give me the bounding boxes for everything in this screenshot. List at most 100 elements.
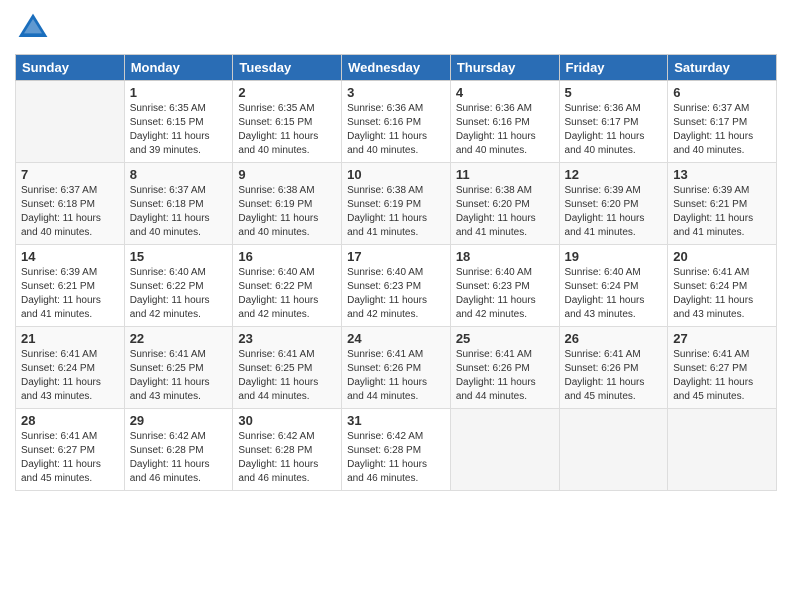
day-info: Sunrise: 6:42 AM Sunset: 6:28 PM Dayligh… [347,430,445,486]
day-info: Sunrise: 6:36 AM Sunset: 6:16 PM Dayligh… [456,102,554,158]
calendar-cell: 22Sunrise: 6:41 AM Sunset: 6:25 PM Dayli… [124,327,233,409]
week-row-5: 28 Sunrise: 6:41 AM Sunset: 6:27 PM Dayli… [16,409,777,491]
header-row: SundayMondayTuesdayWednesdayThursdayFrid… [16,55,777,81]
calendar-cell: 7Sunrise: 6:37 AM Sunset: 6:18 PM Daylig… [16,163,125,245]
calendar-cell: 6 Sunrise: 6:37 AM Sunset: 6:17 PM Daylig… [668,81,777,163]
day-info: Sunrise: 6:40 AM Sunset: 6:24 PM Dayligh… [565,266,663,322]
calendar-cell: 25Sunrise: 6:41 AM Sunset: 6:26 PM Dayli… [450,327,559,409]
day-info: Sunrise: 6:38 AM Sunset: 6:19 PM Dayligh… [347,184,445,240]
day-info: Sunrise: 6:37 AM Sunset: 6:18 PM Dayligh… [21,184,119,240]
page-container: SundayMondayTuesdayWednesdayThursdayFrid… [0,0,792,501]
week-row-3: 14 Sunrise: 6:39 AM Sunset: 6:21 PM Dayli… [16,245,777,327]
day-info: Sunrise: 6:40 AM Sunset: 6:22 PM Dayligh… [238,266,336,322]
day-number: 13 [673,167,771,182]
day-header-wednesday: Wednesday [342,55,451,81]
day-info: Sunrise: 6:41 AM Sunset: 6:27 PM Dayligh… [673,348,771,404]
calendar-cell [668,409,777,491]
day-number: 14 [21,249,119,264]
calendar-table: SundayMondayTuesdayWednesdayThursdayFrid… [15,54,777,491]
calendar-cell: 17 Sunrise: 6:40 AM Sunset: 6:23 PM Dayli… [342,245,451,327]
calendar-cell: 28 Sunrise: 6:41 AM Sunset: 6:27 PM Dayli… [16,409,125,491]
day-header-tuesday: Tuesday [233,55,342,81]
calendar-cell: 30 Sunrise: 6:42 AM Sunset: 6:28 PM Dayli… [233,409,342,491]
logo [15,10,55,46]
day-number: 31 [347,413,445,428]
week-row-2: 7Sunrise: 6:37 AM Sunset: 6:18 PM Daylig… [16,163,777,245]
day-info: Sunrise: 6:41 AM Sunset: 6:26 PM Dayligh… [347,348,445,404]
day-number: 18 [456,249,554,264]
day-info: Sunrise: 6:40 AM Sunset: 6:23 PM Dayligh… [456,266,554,322]
calendar-cell: 19 Sunrise: 6:40 AM Sunset: 6:24 PM Dayli… [559,245,668,327]
day-number: 26 [565,331,663,346]
calendar-cell: 31 Sunrise: 6:42 AM Sunset: 6:28 PM Dayli… [342,409,451,491]
day-header-saturday: Saturday [668,55,777,81]
calendar-cell: 3Sunrise: 6:36 AM Sunset: 6:16 PM Daylig… [342,81,451,163]
calendar-cell: 8Sunrise: 6:37 AM Sunset: 6:18 PM Daylig… [124,163,233,245]
day-info: Sunrise: 6:39 AM Sunset: 6:20 PM Dayligh… [565,184,663,240]
day-info: Sunrise: 6:41 AM Sunset: 6:26 PM Dayligh… [565,348,663,404]
calendar-cell: 4Sunrise: 6:36 AM Sunset: 6:16 PM Daylig… [450,81,559,163]
calendar-cell: 12 Sunrise: 6:39 AM Sunset: 6:20 PM Dayli… [559,163,668,245]
day-info: Sunrise: 6:40 AM Sunset: 6:22 PM Dayligh… [130,266,228,322]
week-row-4: 21 Sunrise: 6:41 AM Sunset: 6:24 PM Dayli… [16,327,777,409]
day-info: Sunrise: 6:37 AM Sunset: 6:17 PM Dayligh… [673,102,771,158]
calendar-cell: 5 Sunrise: 6:36 AM Sunset: 6:17 PM Daylig… [559,81,668,163]
day-info: Sunrise: 6:35 AM Sunset: 6:15 PM Dayligh… [238,102,336,158]
calendar-cell: 16 Sunrise: 6:40 AM Sunset: 6:22 PM Dayli… [233,245,342,327]
day-header-sunday: Sunday [16,55,125,81]
calendar-cell: 29 Sunrise: 6:42 AM Sunset: 6:28 PM Dayli… [124,409,233,491]
day-number: 9 [238,167,336,182]
day-number: 1 [130,85,228,100]
day-header-friday: Friday [559,55,668,81]
calendar-cell: 20 Sunrise: 6:41 AM Sunset: 6:24 PM Dayli… [668,245,777,327]
day-number: 28 [21,413,119,428]
calendar-cell: 26 Sunrise: 6:41 AM Sunset: 6:26 PM Dayli… [559,327,668,409]
calendar-cell: 2Sunrise: 6:35 AM Sunset: 6:15 PM Daylig… [233,81,342,163]
day-number: 17 [347,249,445,264]
day-number: 29 [130,413,228,428]
calendar-cell [450,409,559,491]
day-number: 16 [238,249,336,264]
day-info: Sunrise: 6:41 AM Sunset: 6:25 PM Dayligh… [238,348,336,404]
day-number: 12 [565,167,663,182]
day-info: Sunrise: 6:42 AM Sunset: 6:28 PM Dayligh… [238,430,336,486]
day-info: Sunrise: 6:41 AM Sunset: 6:27 PM Dayligh… [21,430,119,486]
day-number: 5 [565,85,663,100]
day-number: 19 [565,249,663,264]
day-info: Sunrise: 6:42 AM Sunset: 6:28 PM Dayligh… [130,430,228,486]
day-info: Sunrise: 6:36 AM Sunset: 6:17 PM Dayligh… [565,102,663,158]
day-info: Sunrise: 6:35 AM Sunset: 6:15 PM Dayligh… [130,102,228,158]
logo-icon [15,10,51,46]
calendar-cell: 27 Sunrise: 6:41 AM Sunset: 6:27 PM Dayli… [668,327,777,409]
calendar-cell [559,409,668,491]
calendar-cell: 11 Sunrise: 6:38 AM Sunset: 6:20 PM Dayli… [450,163,559,245]
day-info: Sunrise: 6:40 AM Sunset: 6:23 PM Dayligh… [347,266,445,322]
day-number: 20 [673,249,771,264]
day-info: Sunrise: 6:39 AM Sunset: 6:21 PM Dayligh… [673,184,771,240]
day-number: 10 [347,167,445,182]
day-number: 3 [347,85,445,100]
day-number: 24 [347,331,445,346]
calendar-cell: 9Sunrise: 6:38 AM Sunset: 6:19 PM Daylig… [233,163,342,245]
day-info: Sunrise: 6:41 AM Sunset: 6:24 PM Dayligh… [21,348,119,404]
day-number: 23 [238,331,336,346]
calendar-cell: 14 Sunrise: 6:39 AM Sunset: 6:21 PM Dayli… [16,245,125,327]
day-header-monday: Monday [124,55,233,81]
day-info: Sunrise: 6:38 AM Sunset: 6:20 PM Dayligh… [456,184,554,240]
day-number: 6 [673,85,771,100]
calendar-cell: 21 Sunrise: 6:41 AM Sunset: 6:24 PM Dayli… [16,327,125,409]
day-number: 11 [456,167,554,182]
calendar-cell: 18 Sunrise: 6:40 AM Sunset: 6:23 PM Dayli… [450,245,559,327]
calendar-cell: 10 Sunrise: 6:38 AM Sunset: 6:19 PM Dayli… [342,163,451,245]
day-info: Sunrise: 6:41 AM Sunset: 6:24 PM Dayligh… [673,266,771,322]
day-number: 30 [238,413,336,428]
day-number: 21 [21,331,119,346]
day-number: 27 [673,331,771,346]
day-number: 22 [130,331,228,346]
day-number: 25 [456,331,554,346]
calendar-cell: 1 Sunrise: 6:35 AM Sunset: 6:15 PM Daylig… [124,81,233,163]
header [15,10,777,46]
calendar-cell: 23 Sunrise: 6:41 AM Sunset: 6:25 PM Dayli… [233,327,342,409]
day-info: Sunrise: 6:39 AM Sunset: 6:21 PM Dayligh… [21,266,119,322]
calendar-cell: 13 Sunrise: 6:39 AM Sunset: 6:21 PM Dayli… [668,163,777,245]
